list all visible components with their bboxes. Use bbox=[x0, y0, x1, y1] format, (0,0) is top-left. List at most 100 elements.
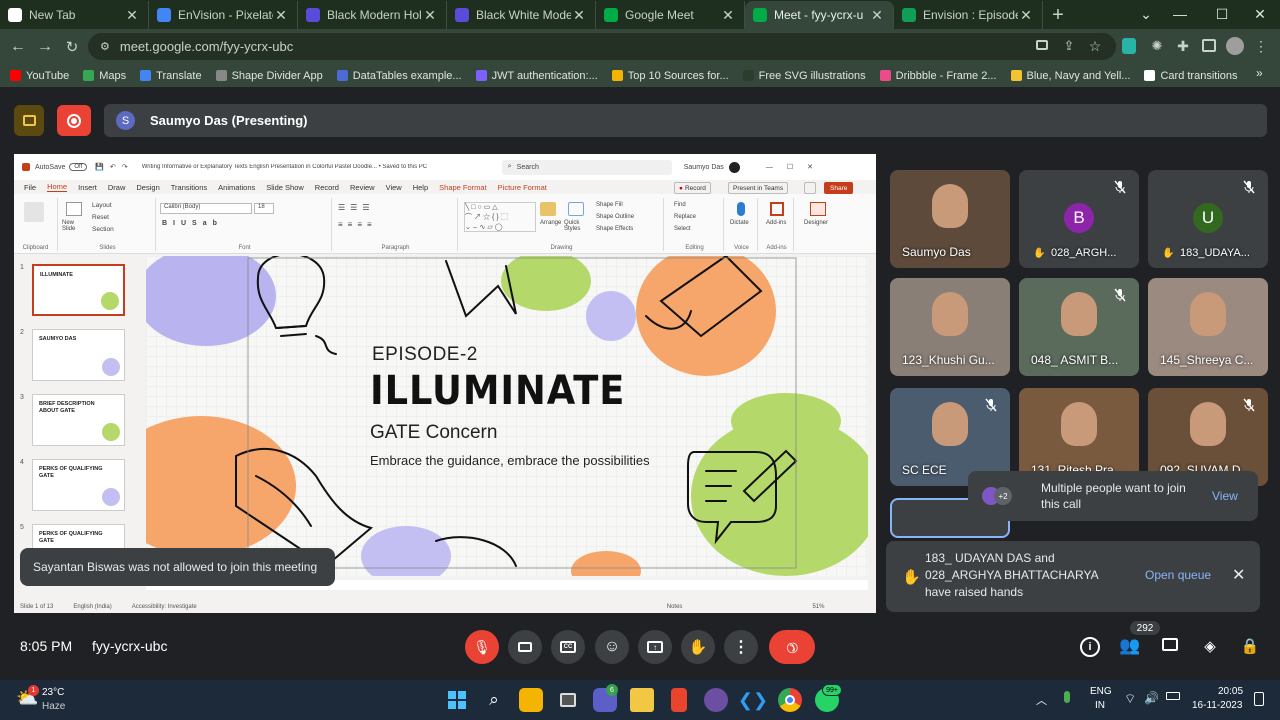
slide-episode[interactable]: EPISODE-2 bbox=[372, 344, 478, 366]
back-button[interactable]: ← bbox=[8, 37, 28, 57]
task-view-icon[interactable] bbox=[556, 688, 580, 712]
bookmark-item[interactable]: Maps bbox=[83, 70, 126, 82]
recording-button[interactable] bbox=[57, 105, 91, 136]
font-size-select[interactable]: 18 bbox=[254, 203, 274, 214]
participant-tile[interactable]: 123_Khushi Gu... bbox=[890, 278, 1010, 376]
reload-button[interactable]: ↻ bbox=[62, 37, 82, 57]
extensions-puzzle-icon[interactable]: ✚ bbox=[1174, 37, 1192, 55]
close-tab-icon[interactable]: ✕ bbox=[869, 7, 885, 24]
layout-button[interactable]: Layout bbox=[92, 202, 112, 209]
meeting-info-icon[interactable]: i bbox=[1080, 637, 1100, 657]
present-now-button[interactable]: ↑ bbox=[638, 630, 672, 664]
activities-icon[interactable]: ◈ bbox=[1200, 636, 1220, 656]
new-tab-button[interactable]: + bbox=[1043, 1, 1073, 29]
close-tab-icon[interactable]: ✕ bbox=[273, 7, 289, 24]
clock-time[interactable]: 20:05 bbox=[1218, 686, 1243, 697]
leave-call-button[interactable]: ✆ bbox=[769, 630, 815, 664]
close-window-button[interactable]: ✕ bbox=[1238, 0, 1280, 28]
quick-styles-icon[interactable] bbox=[568, 202, 584, 216]
comments-icon[interactable] bbox=[804, 182, 816, 194]
select-button[interactable]: Select bbox=[674, 226, 691, 232]
site-info-icon[interactable]: ⚙ bbox=[100, 40, 110, 53]
browser-tab-7[interactable]: Envision : Episode 2 -✕ bbox=[894, 1, 1043, 29]
ppt-record-button[interactable]: ● Record bbox=[674, 182, 711, 194]
format-buttons[interactable]: BIUSab bbox=[162, 220, 223, 227]
browser-tab-1[interactable]: New Tab ✕ bbox=[0, 1, 149, 29]
undo-icon[interactable]: ↶ bbox=[110, 163, 116, 171]
minimize-button[interactable]: — bbox=[1158, 0, 1202, 28]
extension-icon[interactable] bbox=[1122, 38, 1136, 54]
raise-hand-button[interactable]: ✋ bbox=[681, 630, 715, 664]
bookmark-item[interactable]: Translate bbox=[140, 70, 202, 82]
dictate-button[interactable]: Dictate bbox=[730, 220, 749, 226]
participant-tile[interactable]: 048_ ASMIT B... bbox=[1019, 278, 1139, 376]
section-button[interactable]: Section bbox=[92, 226, 114, 233]
lang-line2[interactable]: IN bbox=[1095, 700, 1105, 711]
ppt-menu-insert[interactable]: Insert bbox=[78, 183, 97, 192]
bookmark-item[interactable]: Card transitions bbox=[1144, 70, 1238, 82]
notes-toggle[interactable]: Notes bbox=[667, 604, 683, 610]
ppt-menu-home[interactable]: Home bbox=[47, 182, 68, 192]
close-toast-icon[interactable]: ✕ bbox=[1232, 565, 1245, 585]
new-slide-button[interactable]: New Slide bbox=[62, 220, 88, 232]
ppt-menu-slide-show[interactable]: Slide Show bbox=[266, 183, 304, 192]
slide-thumbnail[interactable]: SAUMYO DAS bbox=[32, 329, 125, 381]
tray-mic-icon[interactable] bbox=[1064, 691, 1070, 703]
close-tab-icon[interactable]: ✕ bbox=[422, 7, 438, 24]
replace-button[interactable]: Replace bbox=[674, 214, 696, 220]
clock-date[interactable]: 16-11-2023 bbox=[1192, 700, 1242, 711]
designer-button[interactable]: Designer bbox=[804, 220, 828, 226]
ppt-menu-animations[interactable]: Animations bbox=[218, 183, 255, 192]
emoji-reactions-button[interactable]: ☺ bbox=[595, 630, 629, 664]
file-explorer-icon[interactable] bbox=[630, 688, 654, 712]
shape-outline-button[interactable]: Shape Outline bbox=[596, 214, 634, 220]
battery-icon[interactable] bbox=[1166, 692, 1180, 700]
list-buttons[interactable]: ☰☰☰ bbox=[338, 203, 375, 212]
ppt-menu-record[interactable]: Record bbox=[315, 183, 339, 192]
slide-thumbnail[interactable]: BRIEF DESCRIPTION ABOUT GATE bbox=[32, 394, 125, 446]
captions-button[interactable]: CC bbox=[551, 630, 585, 664]
weather-desc[interactable]: Haze bbox=[42, 701, 65, 712]
ppt-menu-draw[interactable]: Draw bbox=[108, 183, 126, 192]
ppt-menu-file[interactable]: File bbox=[24, 183, 36, 192]
zoom-level[interactable]: 51% bbox=[812, 604, 824, 610]
github-desktop-icon[interactable] bbox=[704, 688, 728, 712]
host-controls-icon[interactable]: 🔒 bbox=[1240, 636, 1260, 656]
designer-icon[interactable] bbox=[810, 202, 826, 216]
tray-chevron-icon[interactable]: ︿ bbox=[1036, 692, 1047, 708]
profile-avatar[interactable] bbox=[1226, 37, 1244, 55]
extension-gear-icon[interactable]: ✺ bbox=[1148, 37, 1166, 55]
ppt-maximize-icon[interactable]: ☐ bbox=[787, 163, 793, 171]
ppt-share-button[interactable]: Share bbox=[824, 182, 854, 194]
start-button[interactable] bbox=[445, 688, 469, 712]
browser-tab-2[interactable]: EnVision - Pixelate - (✕ bbox=[149, 1, 298, 29]
language[interactable]: English (India) bbox=[73, 604, 111, 610]
accessibility-status[interactable]: Accessibility: Investigate bbox=[132, 604, 197, 610]
notification-icon[interactable] bbox=[1254, 692, 1264, 706]
bookmark-item[interactable]: JWT authentication:... bbox=[475, 70, 598, 82]
lang-line1[interactable]: ENG bbox=[1090, 686, 1112, 697]
bookmark-star-icon[interactable]: ☆ bbox=[1086, 37, 1104, 55]
microphone-off-button[interactable]: 🎙 bbox=[465, 630, 499, 664]
participant-tile[interactable]: U ✋ 183_UDAYA... bbox=[1148, 170, 1268, 268]
browser-tab-5[interactable]: Google Meet ✕ bbox=[596, 1, 745, 29]
align-buttons[interactable]: ≡≡≡≡ bbox=[338, 220, 377, 229]
new-slide-icon[interactable] bbox=[66, 202, 82, 216]
layout-icon[interactable] bbox=[14, 105, 44, 136]
ppt-search-box[interactable]: ⌕ Search bbox=[501, 159, 672, 175]
present-in-teams-button[interactable]: Present in Teams bbox=[728, 182, 789, 194]
chat-icon[interactable] bbox=[1162, 638, 1178, 651]
autosave-toggle[interactable]: Off bbox=[69, 163, 88, 171]
chrome-taskbar-icon[interactable] bbox=[778, 688, 802, 712]
more-options-button[interactable]: ⋮ bbox=[724, 630, 758, 664]
camera-in-use-icon[interactable] bbox=[1036, 40, 1048, 50]
address-bar[interactable]: ⚙ meet.google.com/fyy-ycrx-ubc bbox=[88, 33, 1116, 60]
weather-temp[interactable]: 23°C bbox=[42, 687, 64, 698]
addins-icon[interactable] bbox=[770, 202, 784, 216]
font-family-select[interactable]: Calibri (Body) bbox=[160, 203, 252, 214]
ppt-minimize-icon[interactable]: — bbox=[766, 164, 773, 171]
people-icon[interactable]: 👥 bbox=[1118, 636, 1142, 656]
ppt-menu-picture-format[interactable]: Picture Format bbox=[498, 183, 547, 192]
bookmark-item[interactable]: Shape Divider App bbox=[215, 70, 323, 82]
ppt-menu-transitions[interactable]: Transitions bbox=[171, 183, 207, 192]
